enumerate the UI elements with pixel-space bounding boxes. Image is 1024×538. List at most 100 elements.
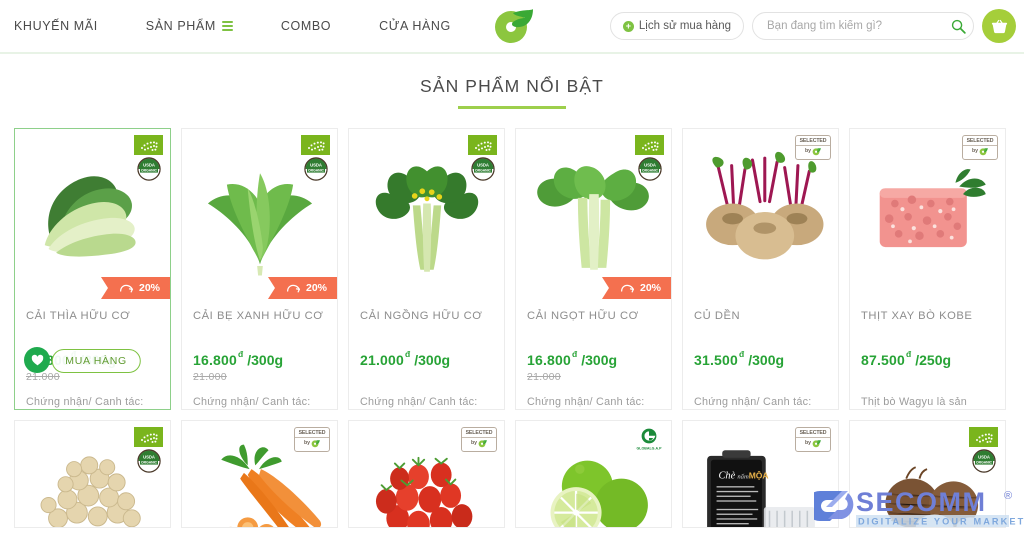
svg-text:USDA: USDA [644, 162, 656, 167]
product-price: 31.500 đ /300g [694, 349, 827, 368]
price-value: 31.500 [694, 352, 739, 368]
organic-leaf-logo[interactable] [489, 3, 535, 49]
sale-tag-icon [287, 284, 300, 292]
product-card[interactable]: SELECTED by Chè nấm MỘA [682, 420, 839, 528]
discount-value: 20% [305, 282, 327, 294]
product-name[interactable]: THỊT XAY BÒ KOBE [861, 308, 994, 340]
product-name[interactable]: CẢI NGỒNG HỮU CƠ [360, 308, 493, 340]
product-card[interactable]: SELECTED by [348, 420, 505, 528]
nav-item-cua-hang[interactable]: CỬA HÀNG [379, 13, 475, 39]
product-card[interactable]: SELECTED by CỦ DỀN 31.500 đ /300g Chứng … [682, 128, 839, 410]
svg-text:Chè: Chè [718, 471, 735, 482]
product-grid: USDA ORGANIC MUA HÀNG 20% CẢI THÌA HỮU C… [0, 109, 1024, 410]
selected-by-badge: SELECTED by [962, 135, 998, 160]
eu-organic-badge [969, 427, 998, 447]
nav-label: COMBO [280, 19, 332, 33]
certification-badges: SELECTED by [962, 135, 998, 160]
price-unit: /300g [581, 352, 618, 368]
price-unit: /250g [915, 352, 952, 368]
product-card[interactable]: USDA ORGANIC 20% CẢI BẸ XANH HỮU CƠ 16.8… [181, 128, 338, 410]
product-card[interactable]: SELECTED by [849, 128, 1006, 410]
discount-ribbon: 20% [267, 277, 337, 299]
svg-text:USDA: USDA [143, 162, 155, 167]
search-icon[interactable] [950, 18, 967, 35]
product-card[interactable]: USDA ORGANIC 20% CẢI NGỌT HỮU CƠ 16.800 … [515, 128, 672, 410]
product-card[interactable]: SELECTED by [181, 420, 338, 528]
usda-organic-badge: USDA ORGANIC [470, 157, 495, 181]
svg-text:ORGANIC: ORGANIC [474, 169, 491, 173]
price-value: 16.800 [527, 352, 572, 368]
product-price: 87.500 đ /250g [861, 349, 994, 368]
eu-organic-badge [134, 135, 163, 155]
usda-organic-badge: USDA ORGANIC [303, 157, 328, 181]
usda-organic-badge: USDA ORGANIC [971, 449, 996, 473]
product-name[interactable]: CỦ DỀN [694, 308, 827, 340]
product-name[interactable]: CẢI BẸ XANH HỮU CƠ [193, 308, 326, 340]
svg-text:ORGANIC: ORGANIC [641, 169, 658, 173]
svg-text:ORGANIC: ORGANIC [140, 169, 157, 173]
svg-text:ORGANIC: ORGANIC [140, 461, 157, 465]
selected-by-badge: SELECTED by [795, 135, 831, 160]
favorite-button[interactable] [24, 347, 50, 373]
globalgap-badge: GLOBALG.A.P [634, 427, 664, 453]
discount-ribbon: 20% [601, 277, 671, 299]
price-unit: /300g [247, 352, 284, 368]
product-image-ground-beef [879, 169, 986, 248]
product-old-price: 21.000 [26, 371, 60, 384]
eu-organic-badge [635, 135, 664, 155]
purchase-history-button[interactable]: + Lịch sử mua hàng [609, 12, 744, 40]
product-card[interactable]: USDA ORGANIC [14, 420, 171, 528]
price-currency: đ [572, 349, 578, 359]
product-price: 16.800 đ /300g [193, 349, 326, 368]
purchase-history-label: Lịch sử mua hàng [638, 20, 731, 32]
sale-tag-icon [621, 284, 634, 292]
nav-item-khuyen-mai[interactable]: KHUYẾN MÃI [14, 13, 122, 39]
hamburger-icon [221, 21, 233, 31]
certification-badges: USDA ORGANIC [134, 427, 163, 473]
price-currency: đ [906, 349, 912, 359]
discount-ribbon: 20% [100, 277, 170, 299]
eu-organic-badge [301, 135, 330, 155]
certification-badges: GLOBALG.A.P [634, 427, 664, 453]
price-currency: đ [739, 349, 745, 359]
product-price: 16.800 đ /300g [527, 349, 660, 368]
header-actions: + Lịch sử mua hàng [609, 9, 1016, 43]
certification-badges: SELECTED by [795, 135, 831, 160]
product-info: CỦ DỀN 31.500 đ /300g Chứng nhận/ Canh t… [683, 297, 838, 408]
leaf-mark-icon [979, 147, 988, 156]
selected-by-badge: SELECTED by [461, 427, 497, 452]
main-navigation: KHUYẾN MÃI SẢN PHẨM COMBO CỬA HÀNG [0, 13, 475, 39]
svg-text:ORGANIC: ORGANIC [307, 169, 324, 173]
site-header: KHUYẾN MÃI SẢN PHẨM COMBO CỬA HÀNG + Lịc… [0, 0, 1024, 54]
search-box[interactable] [752, 12, 974, 40]
featured-section-header: SẢN PHẨM NỔI BẬT [0, 54, 1024, 109]
price-unit: /300g [748, 352, 785, 368]
product-name[interactable]: CẢI NGỌT HỮU CƠ [527, 308, 660, 340]
product-old-price: 21.000 [527, 371, 561, 384]
product-card[interactable]: USDA ORGANIC MUA HÀNG 20% CẢI THÌA HỮU C… [14, 128, 171, 410]
product-name[interactable]: CẢI THÌA HỮU CƠ [26, 308, 159, 340]
search-input[interactable] [767, 20, 950, 32]
leaf-mark-icon [478, 439, 487, 448]
certification-badges: SELECTED by [461, 427, 497, 452]
svg-text:USDA: USDA [477, 162, 489, 167]
sale-tag-icon [120, 284, 133, 292]
price-currency: đ [405, 349, 411, 359]
nav-item-san-pham[interactable]: SẢN PHẨM [146, 13, 257, 39]
product-card[interactable]: GLOBALG.A.P [515, 420, 672, 528]
buy-button[interactable]: MUA HÀNG [51, 349, 141, 373]
price-currency: đ [238, 349, 244, 359]
selected-by-badge: SELECTED by [294, 427, 330, 452]
product-card[interactable]: USDA ORGANIC CẢI NGỒNG HỮU CƠ 21.000 đ /… [348, 128, 505, 410]
certification-badges: SELECTED by [294, 427, 330, 452]
price-unit: /300g [414, 352, 451, 368]
cart-button[interactable] [982, 9, 1016, 43]
nav-item-combo[interactable]: COMBO [281, 13, 355, 39]
usda-organic-badge: USDA ORGANIC [136, 157, 161, 181]
leaf-mark-icon [812, 439, 821, 448]
certification-badges: USDA ORGANIC [635, 135, 664, 181]
product-info: CẢI NGỌT HỮU CƠ 16.800 đ /300g 21.000 Ch… [516, 297, 671, 408]
page-title: SẢN PHẨM NỔI BẬT [420, 76, 604, 96]
product-info: THỊT XAY BÒ KOBE 87.500 đ /250g Thịt bò … [850, 297, 1005, 408]
product-card[interactable]: USDA ORGANIC [849, 420, 1006, 528]
